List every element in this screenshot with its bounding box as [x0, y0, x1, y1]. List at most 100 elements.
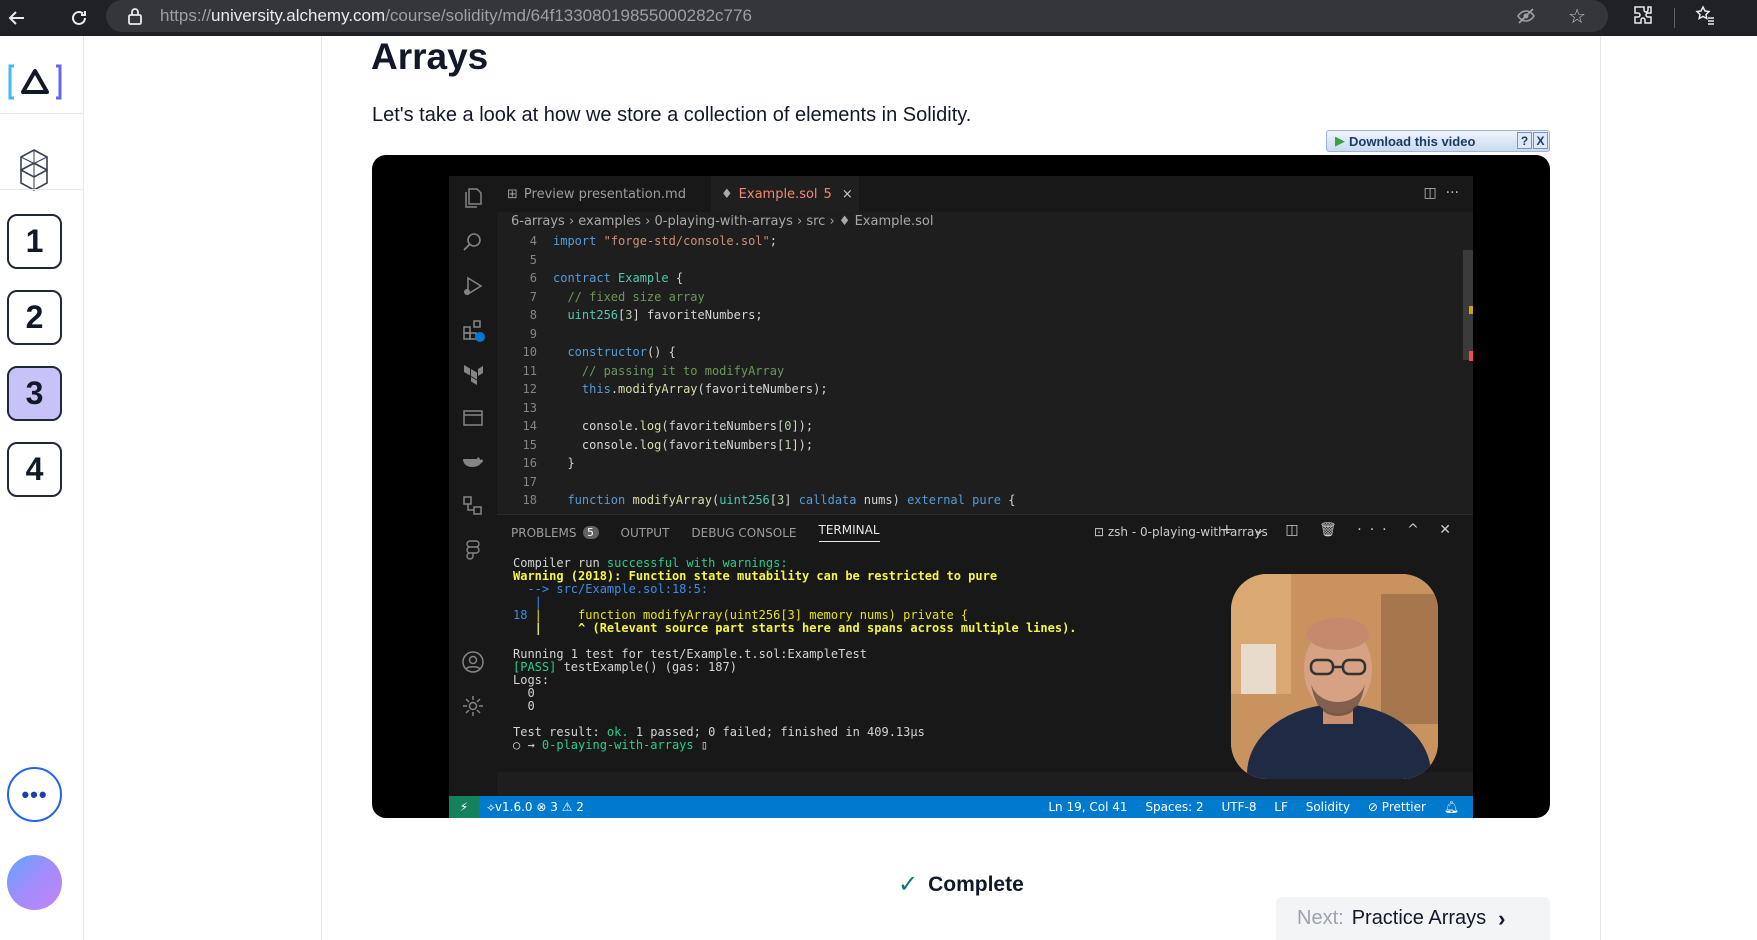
step-4-button[interactable]: 4: [7, 442, 62, 497]
sidebar-divider: [0, 113, 84, 114]
line-number: 8: [529, 308, 537, 322]
lock-icon[interactable]: [126, 7, 144, 25]
instructor-image: [1231, 574, 1438, 779]
alchemy-logo[interactable]: [8, 62, 62, 102]
code-text: import "forge-std/console.sol";: [553, 234, 777, 248]
course-sidebar: 1 2 3 4 •••: [0, 36, 84, 940]
code-line: 4 import "forge-std/console.sol";: [497, 232, 1457, 251]
term-line: Running 1 test for test/Example.t.sol:Ex…: [513, 647, 868, 661]
line-number: 4: [529, 234, 537, 248]
terminal-output: Compiler run successful with warnings: W…: [513, 557, 1077, 752]
next-lesson-title: Practice Arrays: [1351, 907, 1487, 929]
panel-tabs: PROBLEMS 5 OUTPUT DEBUG CONSOLE TERMINAL: [511, 523, 902, 542]
vscode-status-bar: ⚡ ⟡v1.6.0 ⊗ 3 ⚠ 2 Ln 19, Col 41 Spaces: …: [449, 796, 1473, 818]
next-prefix: Next:: [1297, 907, 1344, 929]
line-number: 16: [522, 456, 537, 470]
term-line: 0-playing-with-arrays: [541, 738, 694, 752]
chevron-right-icon: ›: [1498, 905, 1506, 931]
address-bar[interactable]: https://university.alchemy.com/course/so…: [106, 0, 1608, 32]
favorites-icon[interactable]: [1694, 4, 1716, 32]
code-line: 5: [497, 251, 1457, 270]
extensions-icon: [463, 320, 485, 342]
download-video-label[interactable]: Download this video: [1349, 134, 1475, 149]
line-number: 12: [522, 382, 537, 396]
terraform-icon: [464, 365, 483, 385]
tab-problem-count: 5: [823, 186, 832, 202]
code-line: 18 function modifyArray(uint256[3] calld…: [497, 491, 1457, 510]
code-text: // fixed size array: [553, 289, 705, 304]
tab-problems-label: PROBLEMS: [511, 525, 577, 540]
code-line: 10 constructor() {: [497, 343, 1457, 362]
lesson-intro: Let's take a look at how we store a coll…: [372, 104, 972, 126]
line-number: 9: [529, 326, 537, 341]
editor-scrollbar: [1463, 250, 1473, 360]
term-line: ○ →: [513, 738, 542, 752]
files-icon: [465, 188, 482, 208]
code-line: 8 uint256[3] favoriteNumbers;: [497, 306, 1457, 325]
markdown-preview-icon: ⊞: [507, 186, 518, 202]
url-scheme: https://: [160, 6, 212, 25]
editor-tabs: ⊞ Preview presentation.md ♦ Example.sol …: [497, 176, 1473, 212]
code-text: this.modifyArray(favoriteNumbers);: [581, 382, 828, 396]
instructor-webcam: [1231, 574, 1438, 779]
tab-problems: PROBLEMS 5: [511, 523, 599, 542]
step-3-button[interactable]: 3: [7, 366, 62, 421]
source-control-icon: [463, 496, 482, 515]
code-text: function modifyArray(uint256[3] calldata…: [567, 493, 1016, 507]
more-options-button[interactable]: •••: [7, 767, 62, 822]
page-title: Arrays: [371, 36, 489, 77]
split-editor-icon: ◫ ···: [1423, 185, 1459, 201]
tab-preview-presentation: ⊞ Preview presentation.md: [507, 176, 686, 212]
toolbar-separator: [1674, 8, 1675, 28]
tracking-eye-off-icon[interactable]: [1516, 6, 1536, 26]
term-line: 0: [513, 699, 535, 713]
polygon-network-icon[interactable]: [18, 148, 50, 192]
help-button[interactable]: ?: [1517, 132, 1532, 149]
user-avatar[interactable]: [7, 855, 62, 910]
term-line: ▯: [693, 738, 709, 752]
term-line: 18: [513, 608, 528, 622]
code-line: 6 contract Example {: [497, 269, 1457, 288]
extensions-icon[interactable]: [1632, 4, 1654, 32]
step-1-button[interactable]: 1: [7, 214, 62, 269]
status-encoding: UTF-8: [1221, 800, 1257, 814]
line-number: 17: [522, 474, 537, 489]
bookmark-star-icon[interactable]: ☆: [1568, 4, 1586, 29]
close-button[interactable]: X: [1533, 132, 1548, 149]
line-number: 10: [522, 345, 537, 359]
term-line: [PASS]: [513, 660, 557, 674]
status-language: Solidity: [1305, 800, 1351, 814]
docker-icon: [463, 457, 483, 467]
reload-icon[interactable]: [64, 3, 94, 33]
code-text: console.log(favoriteNumbers[1]);: [553, 437, 814, 452]
problems-badge: 5: [582, 526, 599, 539]
term-line: Logs:: [513, 673, 550, 687]
scrollbar-error-mark: [1469, 351, 1473, 361]
search-icon: [463, 233, 481, 251]
term-line: | ^ (Relevant source part starts here an…: [513, 621, 1077, 635]
download-video-bar[interactable]: ▶ Download this video ? X: [1326, 130, 1550, 152]
status-right: Ln 19, Col 41 Spaces: 2 UTF-8 LF Solidit…: [1034, 800, 1459, 814]
activity-bar: [449, 176, 497, 796]
status-eol: LF: [1274, 800, 1288, 814]
code-line: 13: [497, 399, 1457, 418]
line-number: 15: [522, 437, 537, 452]
tab-example-sol: ♦ Example.sol 5 ×: [711, 176, 859, 212]
term-line: Test result:: [513, 725, 607, 739]
back-icon[interactable]: [2, 3, 32, 33]
play-icon: ▶: [1335, 133, 1345, 148]
line-number: 7: [529, 289, 537, 304]
lesson-video[interactable]: ⊞ Preview presentation.md ♦ Example.sol …: [372, 155, 1550, 818]
code-line: 7 // fixed size array: [497, 288, 1457, 307]
next-lesson-button[interactable]: Next: Practice Arrays ›: [1276, 897, 1550, 940]
complete-label: Complete: [928, 872, 1024, 896]
term-line: Compiler run: [513, 556, 607, 570]
line-number: 5: [529, 252, 537, 267]
url-text[interactable]: https://university.alchemy.com/course/so…: [160, 6, 752, 26]
step-2-button[interactable]: 2: [7, 290, 62, 345]
tab-preview-label: Preview presentation.md: [523, 186, 686, 202]
terminal-controls: + ⌄ ◫ 🗑 ··· ^ ✕: [1221, 522, 1459, 538]
line-number: 14: [522, 419, 537, 433]
complete-status[interactable]: ✓ Complete: [898, 870, 1024, 899]
line-number: 11: [522, 363, 537, 378]
